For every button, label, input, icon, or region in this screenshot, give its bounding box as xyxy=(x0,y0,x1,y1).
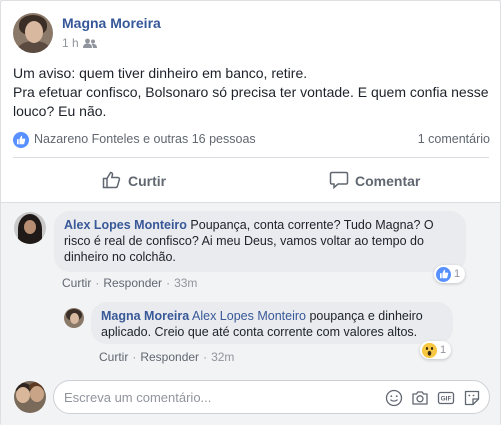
post-time[interactable]: 1 h xyxy=(62,36,79,50)
comment-reactions[interactable]: 1 xyxy=(434,265,466,283)
separator: · xyxy=(203,350,208,364)
post-text-line: louco? Eu não. xyxy=(13,103,107,119)
author-avatar[interactable] xyxy=(13,13,53,53)
comment-text-line: dinheiro no colchão. xyxy=(64,250,176,264)
comment-reactions[interactable]: 1 xyxy=(420,341,452,359)
commenter-avatar[interactable] xyxy=(14,212,46,244)
wow-reaction-icon xyxy=(422,342,437,358)
speech-bubble-icon xyxy=(329,171,349,192)
comment-time[interactable]: 33m xyxy=(174,276,197,290)
post-body: Um aviso: quem tiver dinheiro em banco, … xyxy=(13,64,491,121)
comment-like-link[interactable]: Curtir xyxy=(99,350,128,364)
separator: · xyxy=(95,276,100,290)
comment-actions: Curtir · Responder · 32m xyxy=(99,350,234,364)
post-card: Magna Moreira 1 h Um aviso: quem tiver d… xyxy=(0,0,501,425)
separator: · xyxy=(166,276,171,290)
camera-icon[interactable] xyxy=(411,389,429,407)
post-text-line: Pra efetuar confisco, Bolsonaro só preci… xyxy=(13,84,489,100)
comment-author[interactable]: Alex Lopes Monteiro xyxy=(64,218,187,232)
like-button[interactable]: Curtir xyxy=(102,169,166,193)
gif-icon[interactable]: GIF xyxy=(437,389,455,407)
comment-text-line: poupança e dinheiro xyxy=(309,309,423,323)
comment-like-link[interactable]: Curtir xyxy=(62,276,91,290)
reactions-summary: Nazareno Fonteles e outras 16 pessoas 1 … xyxy=(13,131,491,149)
comment-bubble: Alex Lopes Monteiro Poupança, conta corr… xyxy=(54,211,466,272)
comment-reply-link[interactable]: Responder xyxy=(140,350,199,364)
reactors-link[interactable]: Nazareno Fonteles e outras 16 pessoas xyxy=(34,132,256,146)
comment-actions: Curtir · Responder · 33m xyxy=(62,276,197,290)
reaction-count: 1 xyxy=(440,344,447,356)
comment-composer[interactable]: GIF xyxy=(53,380,490,414)
comment-bubble: Magna Moreira Alex Lopes Monteiro poupan… xyxy=(91,302,453,344)
sticker-icon[interactable] xyxy=(463,389,481,407)
svg-text:GIF: GIF xyxy=(441,396,452,403)
comment-input[interactable] xyxy=(64,389,364,405)
like-reaction-icon[interactable] xyxy=(13,132,29,148)
post-text-line: Um aviso: quem tiver dinheiro em banco, … xyxy=(13,65,308,81)
post-meta: 1 h xyxy=(62,36,97,50)
comment-button-label: Comentar xyxy=(355,173,421,189)
reaction-count: 1 xyxy=(454,268,461,280)
friends-icon[interactable] xyxy=(82,38,97,49)
thumbs-up-icon xyxy=(102,171,122,192)
comment-reply-link[interactable]: Responder xyxy=(103,276,162,290)
current-user-avatar[interactable] xyxy=(14,381,46,413)
comment-button[interactable]: Comentar xyxy=(329,169,420,193)
comment-text-line: risco é real de confisco? Ai meu Deus, v… xyxy=(64,234,424,248)
like-button-label: Curtir xyxy=(128,173,167,189)
separator: · xyxy=(132,350,137,364)
composer-icons: GIF xyxy=(385,389,481,407)
comment-time[interactable]: 32m xyxy=(211,350,234,364)
post-author[interactable]: Magna Moreira xyxy=(62,15,161,31)
like-reaction-icon xyxy=(436,266,451,282)
emoji-icon[interactable] xyxy=(385,389,403,407)
commenter-avatar[interactable] xyxy=(64,308,84,328)
comment-mention[interactable]: Alex Lopes Monteiro xyxy=(192,309,306,323)
comment-count-link[interactable]: 1 comentário xyxy=(418,132,490,146)
comment-text-line: Poupança, conta corrente? Tudo Magna? O xyxy=(190,218,434,232)
divider xyxy=(13,157,489,158)
comment-text-line: aplicado. Creio que até conta corrente c… xyxy=(101,325,418,339)
comment-author[interactable]: Magna Moreira xyxy=(101,309,189,323)
